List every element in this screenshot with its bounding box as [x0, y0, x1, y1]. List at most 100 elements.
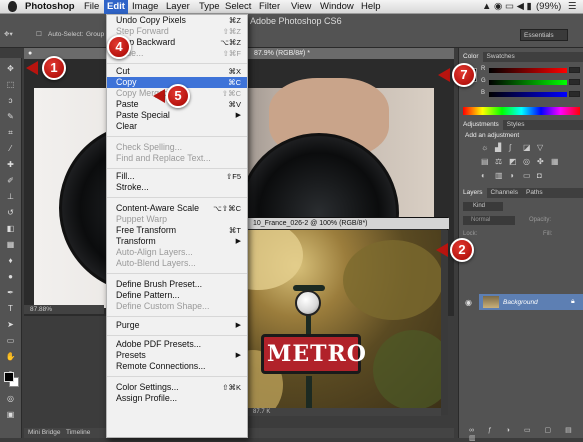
menu-item-stroke[interactable]: Stroke...	[107, 182, 247, 193]
menu-view[interactable]: View	[291, 0, 311, 14]
vertical-scrollbar[interactable]	[441, 230, 448, 415]
blue-value[interactable]	[569, 91, 580, 97]
status-icons[interactable]: ▲ ◉ ▭ ◀ ▮	[482, 0, 532, 14]
gradient-map-icon[interactable]: ▭	[523, 172, 532, 180]
tab-timeline[interactable]: Timeline	[66, 428, 90, 438]
black-white-icon[interactable]: ◩	[509, 158, 518, 166]
menu-window[interactable]: Window	[320, 0, 354, 14]
posterize-icon[interactable]: ▥	[495, 172, 504, 180]
shape-tool-icon[interactable]: ▭	[4, 336, 17, 345]
menu-file[interactable]: File	[84, 0, 99, 14]
menu-image[interactable]: Image	[132, 0, 158, 14]
tab-color[interactable]: Color	[459, 52, 483, 62]
menu-item-fill[interactable]: Fill... ⇧F5	[107, 171, 247, 182]
lasso-tool-icon[interactable]: ↄ	[4, 96, 17, 105]
threshold-icon[interactable]: ◑	[509, 172, 518, 180]
document-window-metro[interactable]: 10_France_026-2 @ 100% (RGB/8*) METRO 87…	[232, 217, 449, 416]
eye-icon[interactable]: ◉	[465, 298, 472, 307]
tab-layers[interactable]: Layers	[459, 188, 487, 198]
document-tab[interactable]: 10_France_026-2 @ 100% (RGB/8*)	[233, 218, 449, 229]
blend-mode-select[interactable]: Normal	[463, 216, 515, 225]
crop-tool-icon[interactable]: ⌗	[4, 128, 17, 137]
menu-filter[interactable]: Filter	[259, 0, 280, 14]
selective-color-icon[interactable]: ◘	[537, 172, 546, 180]
menu-item-define-pattern[interactable]: Define Pattern...	[107, 290, 247, 301]
move-tool-option-icon[interactable]: ✥▾	[4, 30, 13, 42]
levels-icon[interactable]: ▟	[495, 144, 504, 152]
workspace-select[interactable]: Essentials	[520, 29, 568, 41]
green-slider[interactable]	[489, 80, 567, 85]
menu-item-remote-connections[interactable]: Remote Connections...	[107, 361, 247, 372]
menu-edit[interactable]: Edit	[104, 0, 128, 14]
hand-tool-icon[interactable]: ✋	[4, 352, 17, 361]
foreground-color-swatch[interactable]	[4, 372, 14, 382]
zoom-status[interactable]: 87.88%	[24, 305, 104, 314]
menu-item-define-brush-preset[interactable]: Define Brush Preset...	[107, 279, 247, 290]
user-icon[interactable]: ☰	[568, 0, 577, 14]
curves-icon[interactable]: ∫	[509, 144, 518, 152]
kind-filter-select[interactable]: Kind	[463, 202, 503, 211]
menu-item-color-settings[interactable]: Color Settings... ⇧⌘K	[107, 382, 247, 393]
menu-item-free-transform[interactable]: Free Transform ⌘T	[107, 225, 247, 236]
layer-name[interactable]: Background	[503, 299, 538, 306]
dodge-tool-icon[interactable]: ●	[4, 272, 17, 281]
menu-type[interactable]: Type	[199, 0, 220, 14]
color-spectrum-bar[interactable]	[463, 107, 580, 115]
gradient-tool-icon[interactable]: ▦	[4, 240, 17, 249]
tab-channels[interactable]: Channels	[487, 188, 522, 198]
photo-filter-icon[interactable]: ◎	[523, 158, 532, 166]
menu-item-undo-copy-pixels[interactable]: Undo Copy Pixels ⌘Z	[107, 15, 247, 26]
menu-item-presets[interactable]: Presets ▶	[107, 350, 247, 361]
menu-item-paste-special[interactable]: Paste Special ▶	[107, 110, 247, 121]
brightness-icon[interactable]: ☼	[481, 144, 490, 152]
menu-select[interactable]: Select	[225, 0, 251, 14]
battery-text[interactable]: (99%)	[536, 0, 561, 14]
menu-layer[interactable]: Layer	[166, 0, 190, 14]
group-select[interactable]: Group	[86, 31, 104, 43]
menu-item-adobe-pdf-presets[interactable]: Adobe PDF Presets...	[107, 339, 247, 350]
quick-select-tool-icon[interactable]: ✎	[4, 112, 17, 121]
healing-tool-icon[interactable]: ✚	[4, 160, 17, 169]
move-tool-icon[interactable]: ✥	[4, 64, 17, 73]
apple-icon[interactable]	[8, 1, 17, 12]
channel-mixer-icon[interactable]: ✤	[537, 158, 546, 166]
menu-item-clear[interactable]: Clear	[107, 121, 247, 132]
type-tool-icon[interactable]: T	[4, 304, 17, 313]
tab-swatches[interactable]: Swatches	[483, 52, 519, 62]
quick-mask-icon[interactable]: ◎	[4, 394, 17, 403]
menu-item-purge[interactable]: Purge ▶	[107, 320, 247, 331]
blur-tool-icon[interactable]: ♦	[4, 256, 17, 265]
document-status[interactable]: 87.7 K	[233, 408, 441, 416]
tab-mini-bridge[interactable]: Mini Bridge	[28, 428, 61, 438]
app-menu[interactable]: Photoshop	[25, 0, 75, 14]
tab-paths[interactable]: Paths	[522, 188, 547, 198]
color-balance-icon[interactable]: ⚖	[495, 158, 504, 166]
close-icon[interactable]: ●	[28, 48, 32, 59]
green-value[interactable]	[569, 79, 580, 85]
menu-help[interactable]: Help	[361, 0, 381, 14]
red-value[interactable]	[569, 67, 580, 73]
marquee-tool-icon[interactable]: ⬚	[4, 80, 17, 89]
stamp-tool-icon[interactable]: ⊥	[4, 192, 17, 201]
eraser-tool-icon[interactable]: ◧	[4, 224, 17, 233]
vibrance-icon[interactable]: ▽	[537, 144, 546, 152]
invert-icon[interactable]: ◐	[481, 172, 490, 180]
menu-item-transform[interactable]: Transform ▶	[107, 236, 247, 247]
eyedropper-tool-icon[interactable]: ⁄	[4, 144, 17, 153]
path-select-tool-icon[interactable]: ➤	[4, 320, 17, 329]
tab-adjustments[interactable]: Adjustments	[459, 120, 503, 130]
layer-panel-footer-icons[interactable]: ∞ ƒ ◑ ▭ ▢ ▤ ▥	[469, 426, 583, 442]
brush-tool-icon[interactable]: ✐	[4, 176, 17, 185]
screen-mode-icon[interactable]: ▣	[4, 410, 17, 419]
tab-styles[interactable]: Styles	[503, 120, 529, 130]
auto-select-checkbox[interactable]: ☐	[36, 30, 42, 42]
hue-saturation-icon[interactable]: ▤	[481, 158, 490, 166]
blue-slider[interactable]	[489, 92, 567, 97]
red-slider[interactable]	[489, 68, 567, 73]
menu-item-cut[interactable]: Cut ⌘X	[107, 66, 247, 77]
exposure-icon[interactable]: ◪	[523, 144, 532, 152]
menu-item-content-aware-scale[interactable]: Content-Aware Scale ⌥⇧⌘C	[107, 203, 247, 214]
menu-item-assign-profile[interactable]: Assign Profile...	[107, 393, 247, 404]
history-brush-tool-icon[interactable]: ↺	[4, 208, 17, 217]
color-lookup-icon[interactable]: ▦	[551, 158, 560, 166]
